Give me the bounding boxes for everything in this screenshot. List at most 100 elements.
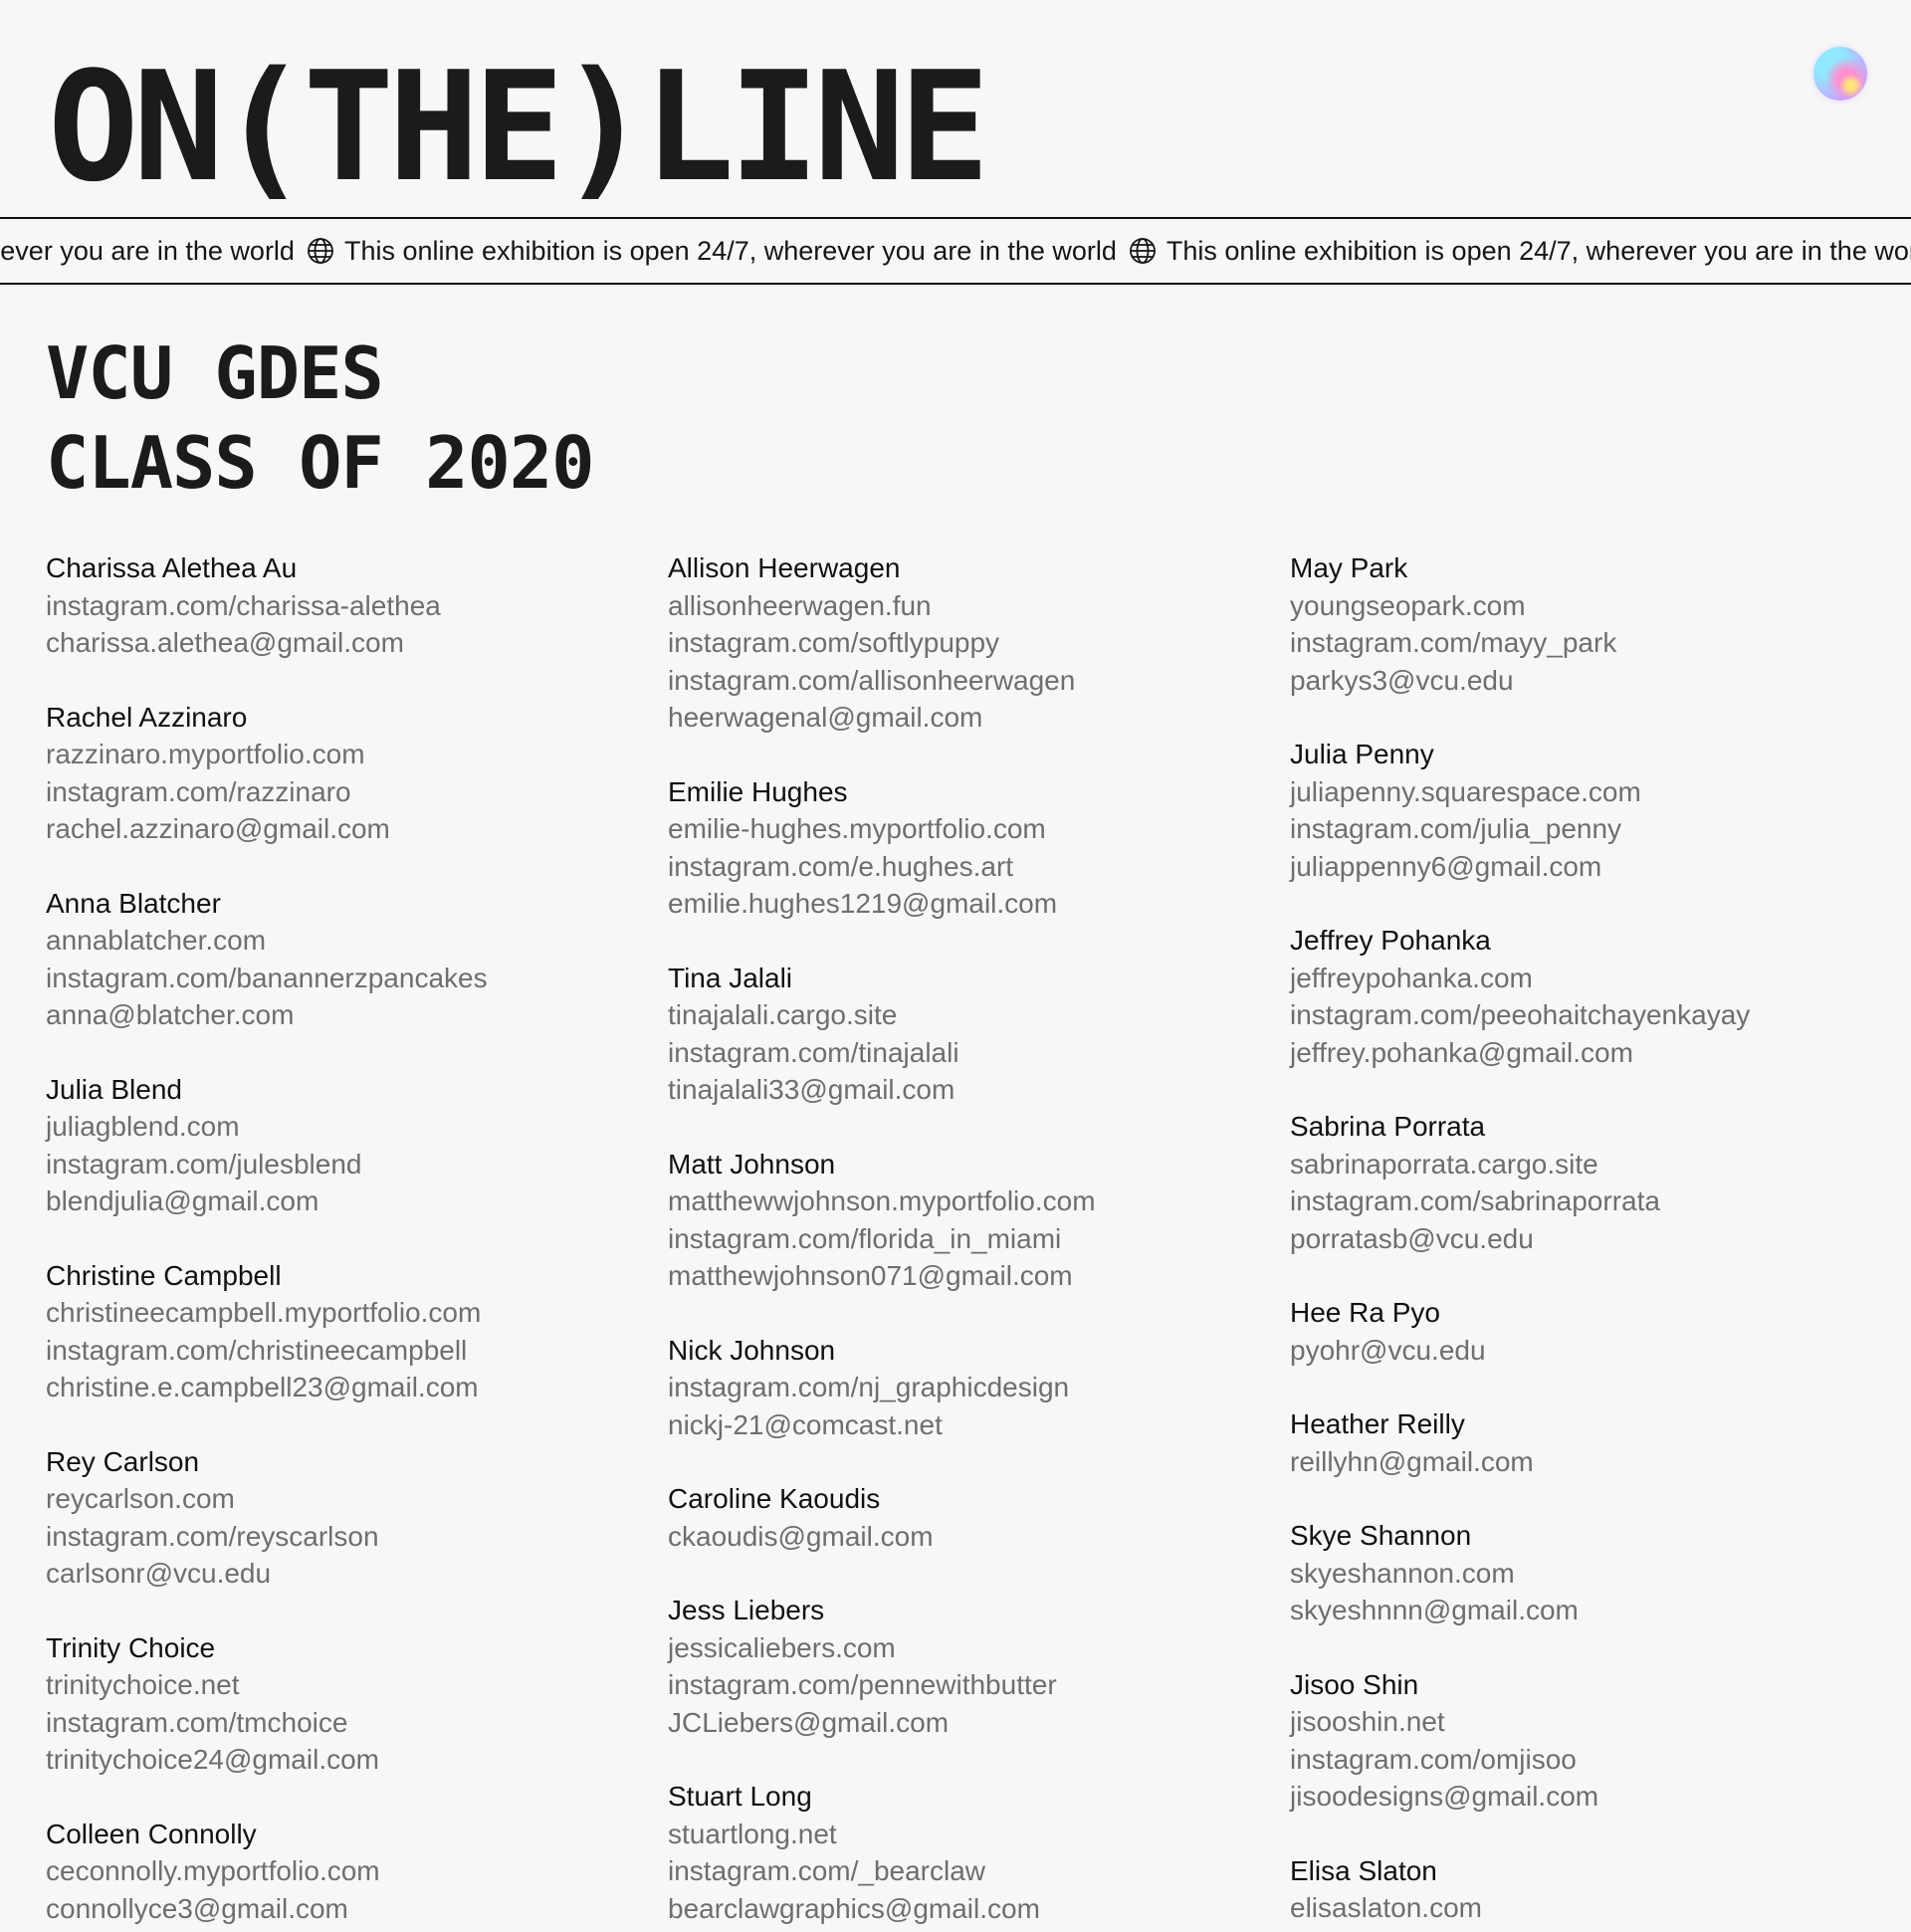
student-web-link[interactable]: instagram.com/reyscarlson [46, 1518, 668, 1556]
student-web-link[interactable]: instagram.com/mayy_park [1290, 624, 1911, 662]
student-name: Jisoo Shin [1290, 1668, 1419, 1700]
student-name: Anna Blatcher [46, 887, 221, 919]
student-web-link[interactable]: reycarlson.com [46, 1480, 668, 1518]
gradient-orb-icon[interactable] [1813, 47, 1867, 101]
student-email-link[interactable]: ckaoudis@gmail.com [668, 1518, 1290, 1556]
student-web-link[interactable]: instagram.com/florida_in_miami [668, 1220, 1290, 1258]
student-web-link[interactable]: instagram.com/pennewithbutter [668, 1666, 1290, 1704]
student-name: Jess Liebers [668, 1595, 825, 1625]
student-email-link[interactable]: blendjulia@gmail.com [46, 1182, 668, 1220]
student-web-link[interactable]: skyeshannon.com [1290, 1555, 1911, 1593]
roster-column: Allison Heerwagen allisonheerwagen.fun ins… [668, 549, 1290, 1932]
student-web-link[interactable]: instagram.com/e.hughes.art [668, 848, 1290, 886]
student-web-link[interactable]: jeffreypohanka.com [1290, 960, 1911, 997]
student-email-link[interactable]: porratasb@vcu.edu [1290, 1220, 1911, 1258]
student-entry: Christine Campbell christineecampbell.myp… [46, 1257, 668, 1406]
student-web-link[interactable]: trinitychoice.net [46, 1666, 668, 1704]
student-web-link[interactable]: annablatcher.com [46, 922, 668, 960]
student-name: Nick Johnson [668, 1334, 836, 1366]
student-email-link[interactable]: juliappenny6@gmail.com [1290, 848, 1911, 886]
student-web-link[interactable]: instagram.com/omjisoo [1290, 1741, 1911, 1779]
student-email-link[interactable]: tinajalali33@gmail.com [668, 1071, 1290, 1109]
student-name: Trinity Choice [46, 1631, 216, 1663]
student-email-link[interactable]: emilie.hughes1219@gmail.com [668, 885, 1290, 923]
student-name: Skye Shannon [1290, 1520, 1472, 1551]
student-entry: Anna Blatcher annablatcher.com instagram.c… [46, 885, 668, 1034]
marquee-segment: This online exhibition is open 24/7, whe… [344, 236, 1167, 267]
student-web-link[interactable]: instagram.com/christineecampbell [46, 1332, 668, 1370]
student-web-link[interactable]: instagram.com/banannerzpancakes [46, 960, 668, 997]
student-web-link[interactable]: tinajalali.cargo.site [668, 996, 1290, 1034]
student-name: Rey Carlson [46, 1445, 200, 1477]
student-entry: Heather Reilly reillyhn@gmail.com [1290, 1405, 1911, 1480]
student-web-link[interactable]: christineecampbell.myportfolio.com [46, 1294, 668, 1332]
student-name: Sabrina Porrata [1290, 1111, 1486, 1142]
student-email-link[interactable]: parkys3@vcu.edu [1290, 662, 1911, 700]
student-web-link[interactable]: sabrinaporrata.cargo.site [1290, 1146, 1911, 1183]
student-web-link[interactable]: instagram.com/tinajalali [668, 1034, 1290, 1072]
student-email-link[interactable]: skyeshnnn@gmail.com [1290, 1592, 1911, 1629]
student-email-link[interactable]: trinitychoice24@gmail.com [46, 1741, 668, 1779]
page: ON(THE)LINE This online exhibition is op… [0, 0, 1911, 1932]
student-web-link[interactable]: emilie-hughes.myportfolio.com [668, 810, 1290, 848]
student-web-link[interactable]: instagram.com/razzinaro [46, 773, 668, 811]
student-web-link[interactable]: razzinaro.myportfolio.com [46, 736, 668, 773]
student-entry: Emilie Hughes emilie-hughes.myportfolio.c… [668, 773, 1290, 923]
student-name: Emilie Hughes [668, 775, 848, 807]
student-web-link[interactable]: instagram.com/allisonheerwagen [668, 662, 1290, 700]
student-web-link[interactable]: instagram.com/tmchoice [46, 1704, 668, 1742]
student-name: Elisa Slaton [1290, 1854, 1437, 1886]
student-web-link[interactable]: matthewwjohnson.myportfolio.com [668, 1182, 1290, 1220]
student-web-link[interactable]: instagram.com/softlypuppy [668, 624, 1290, 662]
student-web-link[interactable]: instagram.com/charissa-alethea [46, 587, 668, 625]
student-web-link[interactable]: instagram.com/sabrinaporrata [1290, 1182, 1911, 1220]
student-web-link[interactable]: jisooshin.net [1290, 1703, 1911, 1741]
student-name: Charissa Alethea Au [46, 552, 298, 583]
student-email-link[interactable]: anna@blatcher.com [46, 996, 668, 1034]
student-entry: Caroline Kaoudis ckaoudis@gmail.com [668, 1480, 1290, 1555]
roster-column: May Park youngseopark.com instagram.com/ma… [1290, 549, 1911, 1932]
student-email-link[interactable]: bearclawgraphics@gmail.com [668, 1890, 1290, 1928]
student-name: Colleen Connolly [46, 1818, 257, 1849]
student-web-link[interactable]: elisaslaton.com [1290, 1889, 1911, 1927]
site-logo[interactable]: ON(THE)LINE [48, 52, 990, 203]
student-email-link[interactable]: reillyhn@gmail.com [1290, 1443, 1911, 1481]
student-web-link[interactable]: stuartlong.net [668, 1816, 1290, 1853]
student-email-link[interactable]: charissa.alethea@gmail.com [46, 624, 668, 662]
student-web-link[interactable]: allisonheerwagen.fun [668, 587, 1290, 625]
student-email-link[interactable]: jisoodesigns@gmail.com [1290, 1778, 1911, 1816]
student-web-link[interactable]: instagram.com/_bearclaw [668, 1852, 1290, 1890]
student-email-link[interactable]: pyohr@vcu.edu [1290, 1332, 1911, 1370]
student-entry: Jeffrey Pohanka jeffreypohanka.com instagr… [1290, 922, 1911, 1071]
student-name: Stuart Long [668, 1781, 812, 1812]
student-web-link[interactable]: instagram.com/nj_graphicdesign [668, 1369, 1290, 1406]
student-entry: Rey Carlson reycarlson.com instagram.com/r… [46, 1443, 668, 1593]
student-name: Christine Campbell [46, 1259, 282, 1291]
student-roster: Charissa Alethea Au instagram.com/chariss… [46, 549, 1897, 1932]
student-entry: Hee Ra Pyo pyohr@vcu.edu [1290, 1294, 1911, 1369]
globe-icon [1129, 237, 1157, 265]
student-web-link[interactable]: instagram.com/julesblend [46, 1146, 668, 1183]
marquee-text: This online exhibition is open 24/7, whe… [0, 235, 295, 266]
student-web-link[interactable]: jessicaliebers.com [668, 1629, 1290, 1667]
student-web-link[interactable]: ceconnolly.myportfolio.com [46, 1852, 668, 1890]
student-email-link[interactable]: JCLiebers@gmail.com [668, 1704, 1290, 1742]
student-email-link[interactable]: rachel.azzinaro@gmail.com [46, 810, 668, 848]
student-web-link[interactable]: juliapenny.squarespace.com [1290, 773, 1911, 811]
student-email-link[interactable]: connollyce3@gmail.com [46, 1890, 668, 1928]
student-web-link[interactable]: instagram.com/peeohaitchayenkayay [1290, 996, 1911, 1034]
student-entry: Sabrina Porrata sabrinaporrata.cargo.site… [1290, 1108, 1911, 1257]
student-web-link[interactable]: instagram.com/julia_penny [1290, 810, 1911, 848]
student-entry: Nick Johnson instagram.com/nj_graphicdesi… [668, 1332, 1290, 1444]
student-email-link[interactable]: christine.e.campbell23@gmail.com [46, 1369, 668, 1406]
student-email-link[interactable]: heerwagenal@gmail.com [668, 699, 1290, 737]
student-web-link[interactable]: youngseopark.com [1290, 587, 1911, 625]
marquee-track: This online exhibition is open 24/7, whe… [0, 219, 1911, 283]
student-email-link[interactable]: carlsonr@vcu.edu [46, 1555, 668, 1593]
student-entry: Colleen Connolly ceconnolly.myportfolio.c… [46, 1816, 668, 1928]
student-email-link[interactable]: nickj-21@comcast.net [668, 1406, 1290, 1444]
student-email-link[interactable]: matthewjohnson071@gmail.com [668, 1257, 1290, 1295]
marquee-banner: This online exhibition is open 24/7, whe… [0, 217, 1911, 285]
student-email-link[interactable]: jeffrey.pohanka@gmail.com [1290, 1034, 1911, 1072]
student-web-link[interactable]: juliagblend.com [46, 1108, 668, 1146]
